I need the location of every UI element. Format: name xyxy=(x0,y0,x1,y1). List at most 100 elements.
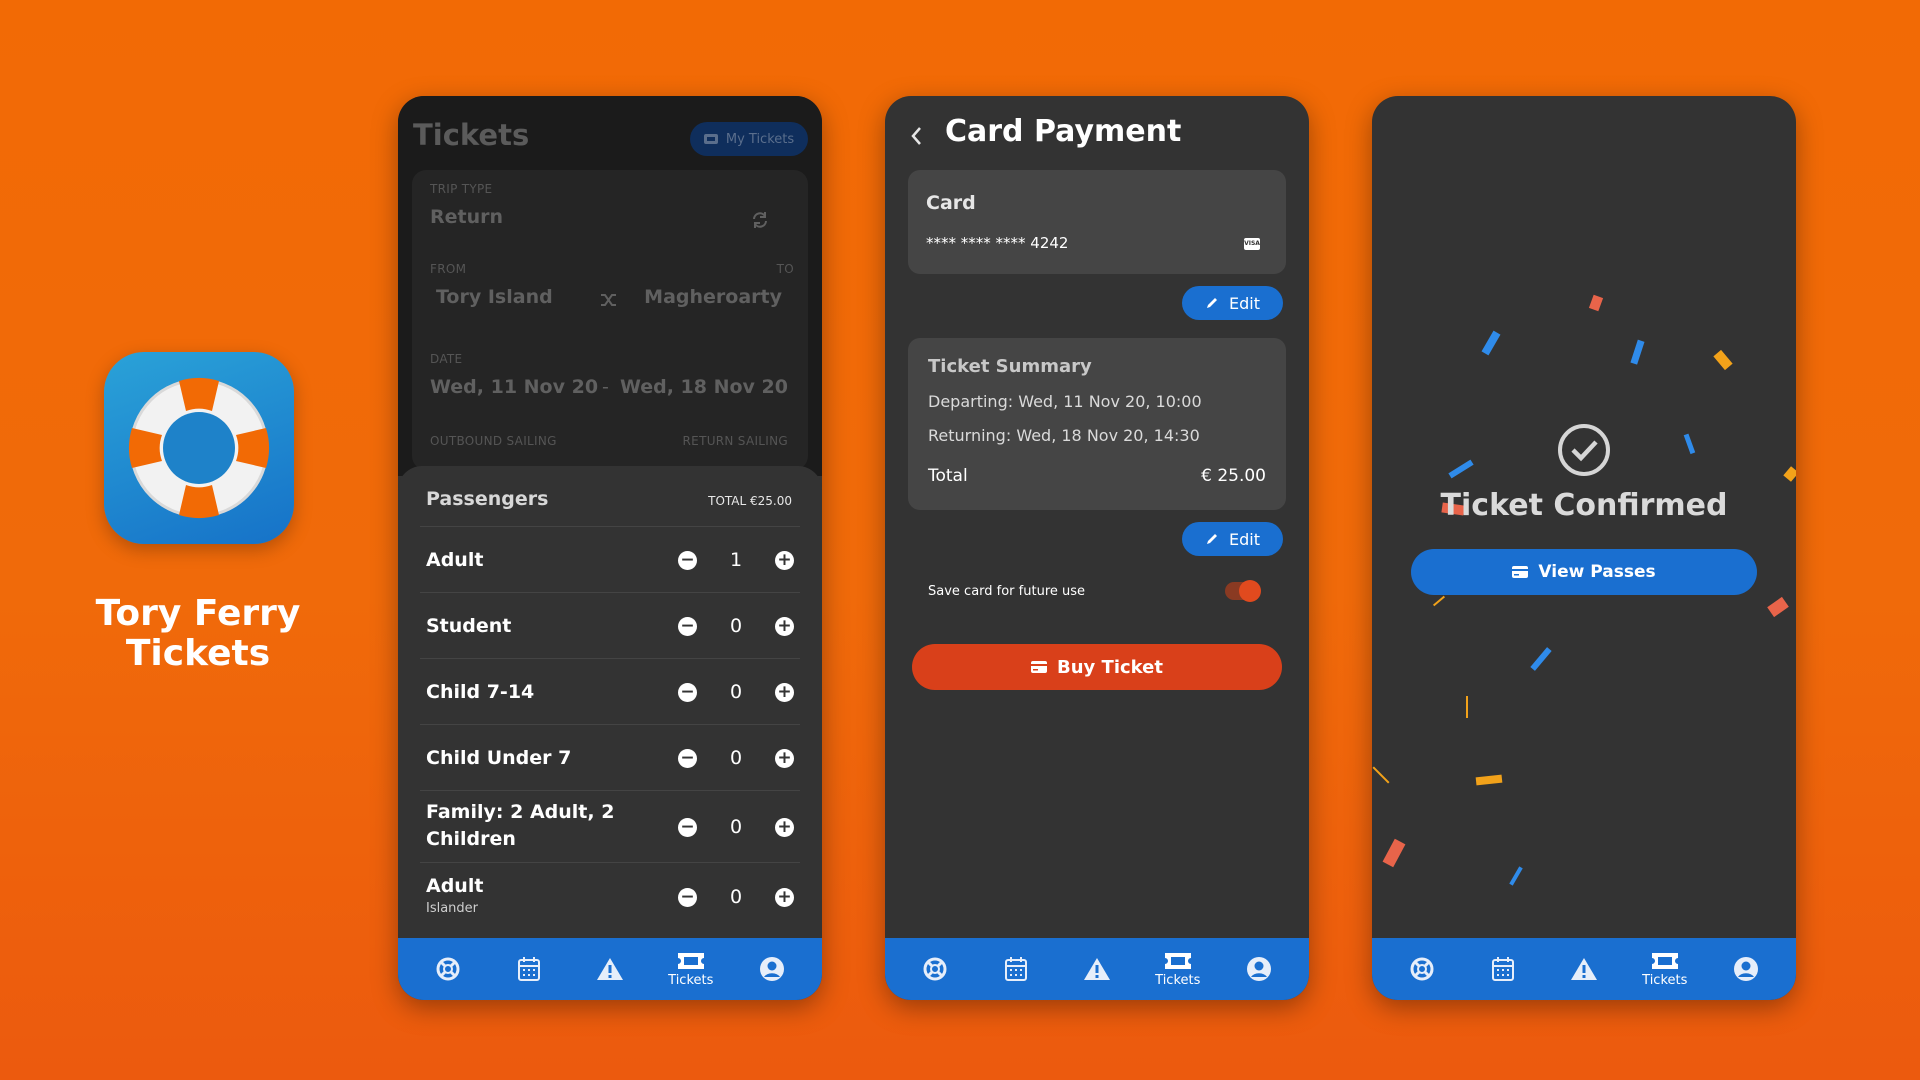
tickets-screen: Tickets My Tickets TRIP TYPE Return FROM… xyxy=(398,96,822,1000)
plus-icon[interactable]: + xyxy=(775,817,794,837)
card-label: Card xyxy=(926,192,976,214)
passenger-row: Child 7-14 − 0 + xyxy=(420,658,800,724)
account-icon xyxy=(1246,957,1271,981)
nav-item-schedule[interactable] xyxy=(986,938,1046,1000)
passenger-row: Adult Islander − 0 + xyxy=(420,862,800,930)
calendar-icon xyxy=(1492,957,1515,981)
nav-item-account[interactable] xyxy=(1229,938,1289,1000)
passenger-count: 0 xyxy=(729,681,743,703)
passenger-type: Family: 2 Adult, 2 Children xyxy=(426,801,615,850)
trip-form-dimmed: Tickets My Tickets TRIP TYPE Return FROM… xyxy=(398,96,822,476)
plus-icon[interactable]: + xyxy=(775,887,794,907)
passengers-heading: Passengers xyxy=(426,488,549,510)
save-card-toggle[interactable] xyxy=(1225,580,1261,602)
nav-item-home[interactable] xyxy=(418,938,478,1000)
plus-icon[interactable]: + xyxy=(775,616,794,636)
date-to[interactable]: Wed, 18 Nov 20 xyxy=(620,376,788,398)
card-number: **** **** **** 4242 xyxy=(926,234,1069,252)
quantity-stepper: − 0 + xyxy=(678,614,794,638)
app-icon xyxy=(104,352,294,544)
quantity-stepper: − 0 + xyxy=(678,885,794,909)
back-arrow-icon[interactable] xyxy=(907,124,927,148)
confirmation-screen: Ticket Confirmed View Passes Tickets xyxy=(1372,96,1796,1000)
my-tickets-button[interactable]: My Tickets xyxy=(690,122,808,156)
lifebuoy-icon xyxy=(436,957,460,981)
plus-icon[interactable]: + xyxy=(775,550,794,570)
pencil-icon xyxy=(1207,534,1217,544)
from-value[interactable]: Tory Island xyxy=(436,286,553,308)
credit-card-icon xyxy=(1031,661,1048,673)
account-icon xyxy=(1733,957,1758,981)
nav-item-tickets[interactable]: Tickets xyxy=(1148,938,1208,1000)
trip-card: TRIP TYPE Return FROM TO Tory Island Mag… xyxy=(412,170,808,470)
outbound-label: OUTBOUND SAILING xyxy=(430,434,557,448)
shuffle-icon[interactable] xyxy=(600,292,618,308)
passenger-count: 0 xyxy=(729,747,743,769)
passenger-count: 0 xyxy=(729,615,743,637)
edit-label: Edit xyxy=(1229,293,1260,313)
plus-icon[interactable]: + xyxy=(775,748,794,768)
nav-item-tickets[interactable]: Tickets xyxy=(1635,938,1695,1000)
trip-type-value[interactable]: Return xyxy=(430,206,503,228)
calendar-icon xyxy=(1005,957,1028,981)
minus-icon[interactable]: − xyxy=(678,616,697,636)
date-from[interactable]: Wed, 11 Nov 20 xyxy=(430,376,598,398)
bottom-nav: Tickets xyxy=(1372,938,1796,1000)
ticket-icon xyxy=(1651,952,1678,969)
passenger-count: 1 xyxy=(729,549,743,571)
minus-icon[interactable]: − xyxy=(678,748,697,768)
save-card-label: Save card for future use xyxy=(928,584,1086,599)
minus-icon[interactable]: − xyxy=(678,550,697,570)
toggle-knob xyxy=(1239,580,1261,602)
confirmation-title: Ticket Confirmed xyxy=(1440,488,1728,523)
view-passes-button[interactable]: View Passes xyxy=(1411,549,1757,595)
lifebuoy-icon xyxy=(923,957,947,981)
nav-item-alerts[interactable] xyxy=(1067,938,1127,1000)
calendar-icon xyxy=(518,957,541,981)
minus-icon[interactable]: − xyxy=(678,682,697,702)
buy-ticket-button[interactable]: Buy Ticket xyxy=(912,644,1282,690)
bottom-nav: Tickets xyxy=(398,938,822,1000)
passenger-subtype: Islander xyxy=(426,901,479,916)
quantity-stepper: − 0 + xyxy=(678,746,794,770)
passenger-type: Adult xyxy=(426,875,484,897)
nav-item-schedule[interactable] xyxy=(499,938,559,1000)
nav-tickets-label: Tickets xyxy=(1155,972,1201,988)
edit-summary-button[interactable]: Edit xyxy=(1182,522,1283,556)
page-title: Card Payment xyxy=(945,114,1182,149)
nav-item-account[interactable] xyxy=(1716,938,1776,1000)
passengers-total: TOTAL €25.00 xyxy=(708,494,792,508)
nav-item-home[interactable] xyxy=(1392,938,1452,1000)
card-panel: Card **** **** **** 4242 VISA xyxy=(908,170,1286,274)
nav-item-alerts[interactable] xyxy=(1554,938,1614,1000)
edit-card-button[interactable]: Edit xyxy=(1182,286,1283,320)
nav-item-schedule[interactable] xyxy=(1473,938,1533,1000)
check-circle-icon xyxy=(1558,424,1610,476)
minus-icon[interactable]: − xyxy=(678,887,697,907)
passenger-count: 0 xyxy=(729,886,743,908)
app-name: Tory Ferry Tickets xyxy=(95,593,301,674)
passenger-type: Child Under 7 xyxy=(426,747,572,769)
credit-card-icon xyxy=(1512,566,1529,578)
passenger-row: Student − 0 + xyxy=(420,592,800,658)
summary-title: Ticket Summary xyxy=(928,356,1092,377)
quantity-stepper: − 1 + xyxy=(678,548,794,572)
date-separator: - xyxy=(602,376,609,398)
nav-item-account[interactable] xyxy=(742,938,802,1000)
plus-icon[interactable]: + xyxy=(775,682,794,702)
lifebuoy-icon xyxy=(1410,957,1434,981)
trip-type-label: TRIP TYPE xyxy=(430,182,493,196)
swap-icon[interactable] xyxy=(750,210,770,230)
warning-icon xyxy=(1570,958,1597,980)
ticket-summary-panel: Ticket Summary Departing: Wed, 11 Nov 20… xyxy=(908,338,1286,510)
page-title: Tickets xyxy=(413,118,530,152)
nav-item-home[interactable] xyxy=(905,938,965,1000)
to-value[interactable]: Magheroarty xyxy=(644,286,782,308)
pencil-icon xyxy=(1207,298,1217,308)
passenger-row: Child Under 7 − 0 + xyxy=(420,724,800,790)
minus-icon[interactable]: − xyxy=(678,817,697,837)
warning-icon xyxy=(596,958,623,980)
nav-item-tickets[interactable]: Tickets xyxy=(661,938,721,1000)
nav-item-alerts[interactable] xyxy=(580,938,640,1000)
return-label: RETURN SAILING xyxy=(682,434,788,448)
